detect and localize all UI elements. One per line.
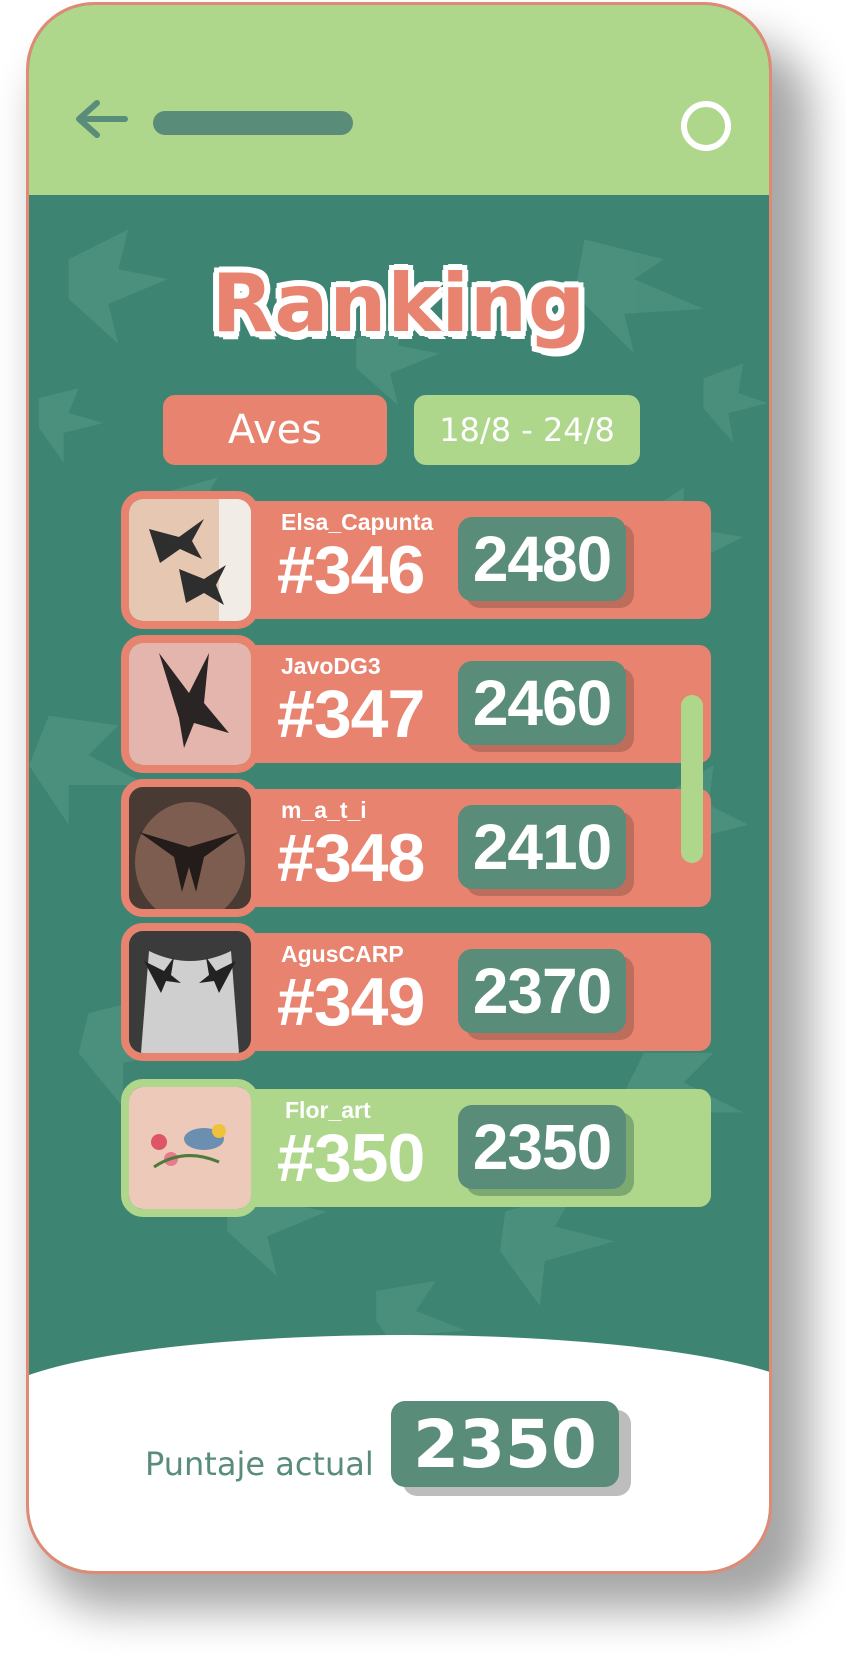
back-button[interactable]: [73, 97, 129, 141]
tattoo-thumbnail: [121, 1079, 259, 1217]
title-placeholder-bar: [153, 111, 353, 135]
row-score: 2370: [458, 949, 626, 1033]
ranking-row[interactable]: m_a_t_i #348 2410: [121, 779, 711, 917]
row-score: 2410: [458, 805, 626, 889]
ranking-area: Ranking Aves 18/8 - 24/8 Elsa_Capunta #3…: [29, 195, 769, 1385]
row-score: 2480: [458, 517, 626, 601]
ranking-row-current-user[interactable]: Flor_art #350 2350: [121, 1079, 711, 1217]
tattoo-thumbnail: [121, 923, 259, 1061]
row-score: 2350: [458, 1105, 626, 1189]
top-bar: [29, 5, 769, 195]
ranking-row[interactable]: JavoDG3 #347 2460: [121, 635, 711, 773]
arrow-left-icon: [76, 100, 128, 138]
circle-menu-button[interactable]: [681, 101, 731, 151]
row-rank: #348: [277, 820, 425, 896]
scrollbar[interactable]: [681, 695, 703, 863]
category-filter-button[interactable]: Aves: [163, 395, 387, 465]
tattoo-thumbnail: [121, 779, 259, 917]
ranking-row[interactable]: Elsa_Capunta #346 2480: [121, 491, 711, 629]
ranking-title: Ranking: [211, 257, 587, 350]
row-rank: #346: [277, 532, 425, 608]
current-score-value: 2350: [391, 1401, 619, 1487]
row-rank: #350: [277, 1120, 425, 1196]
phone-frame: Ranking Aves 18/8 - 24/8 Elsa_Capunta #3…: [26, 2, 772, 1574]
tattoo-thumbnail: [121, 491, 259, 629]
date-range-button[interactable]: 18/8 - 24/8: [414, 395, 640, 465]
ranking-row[interactable]: AgusCARP #349 2370: [121, 923, 711, 1061]
row-rank: #347: [277, 676, 425, 752]
current-score-label: Puntaje actual: [145, 1445, 374, 1483]
row-rank: #349: [277, 964, 425, 1040]
tattoo-thumbnail: [121, 635, 259, 773]
row-score: 2460: [458, 661, 626, 745]
